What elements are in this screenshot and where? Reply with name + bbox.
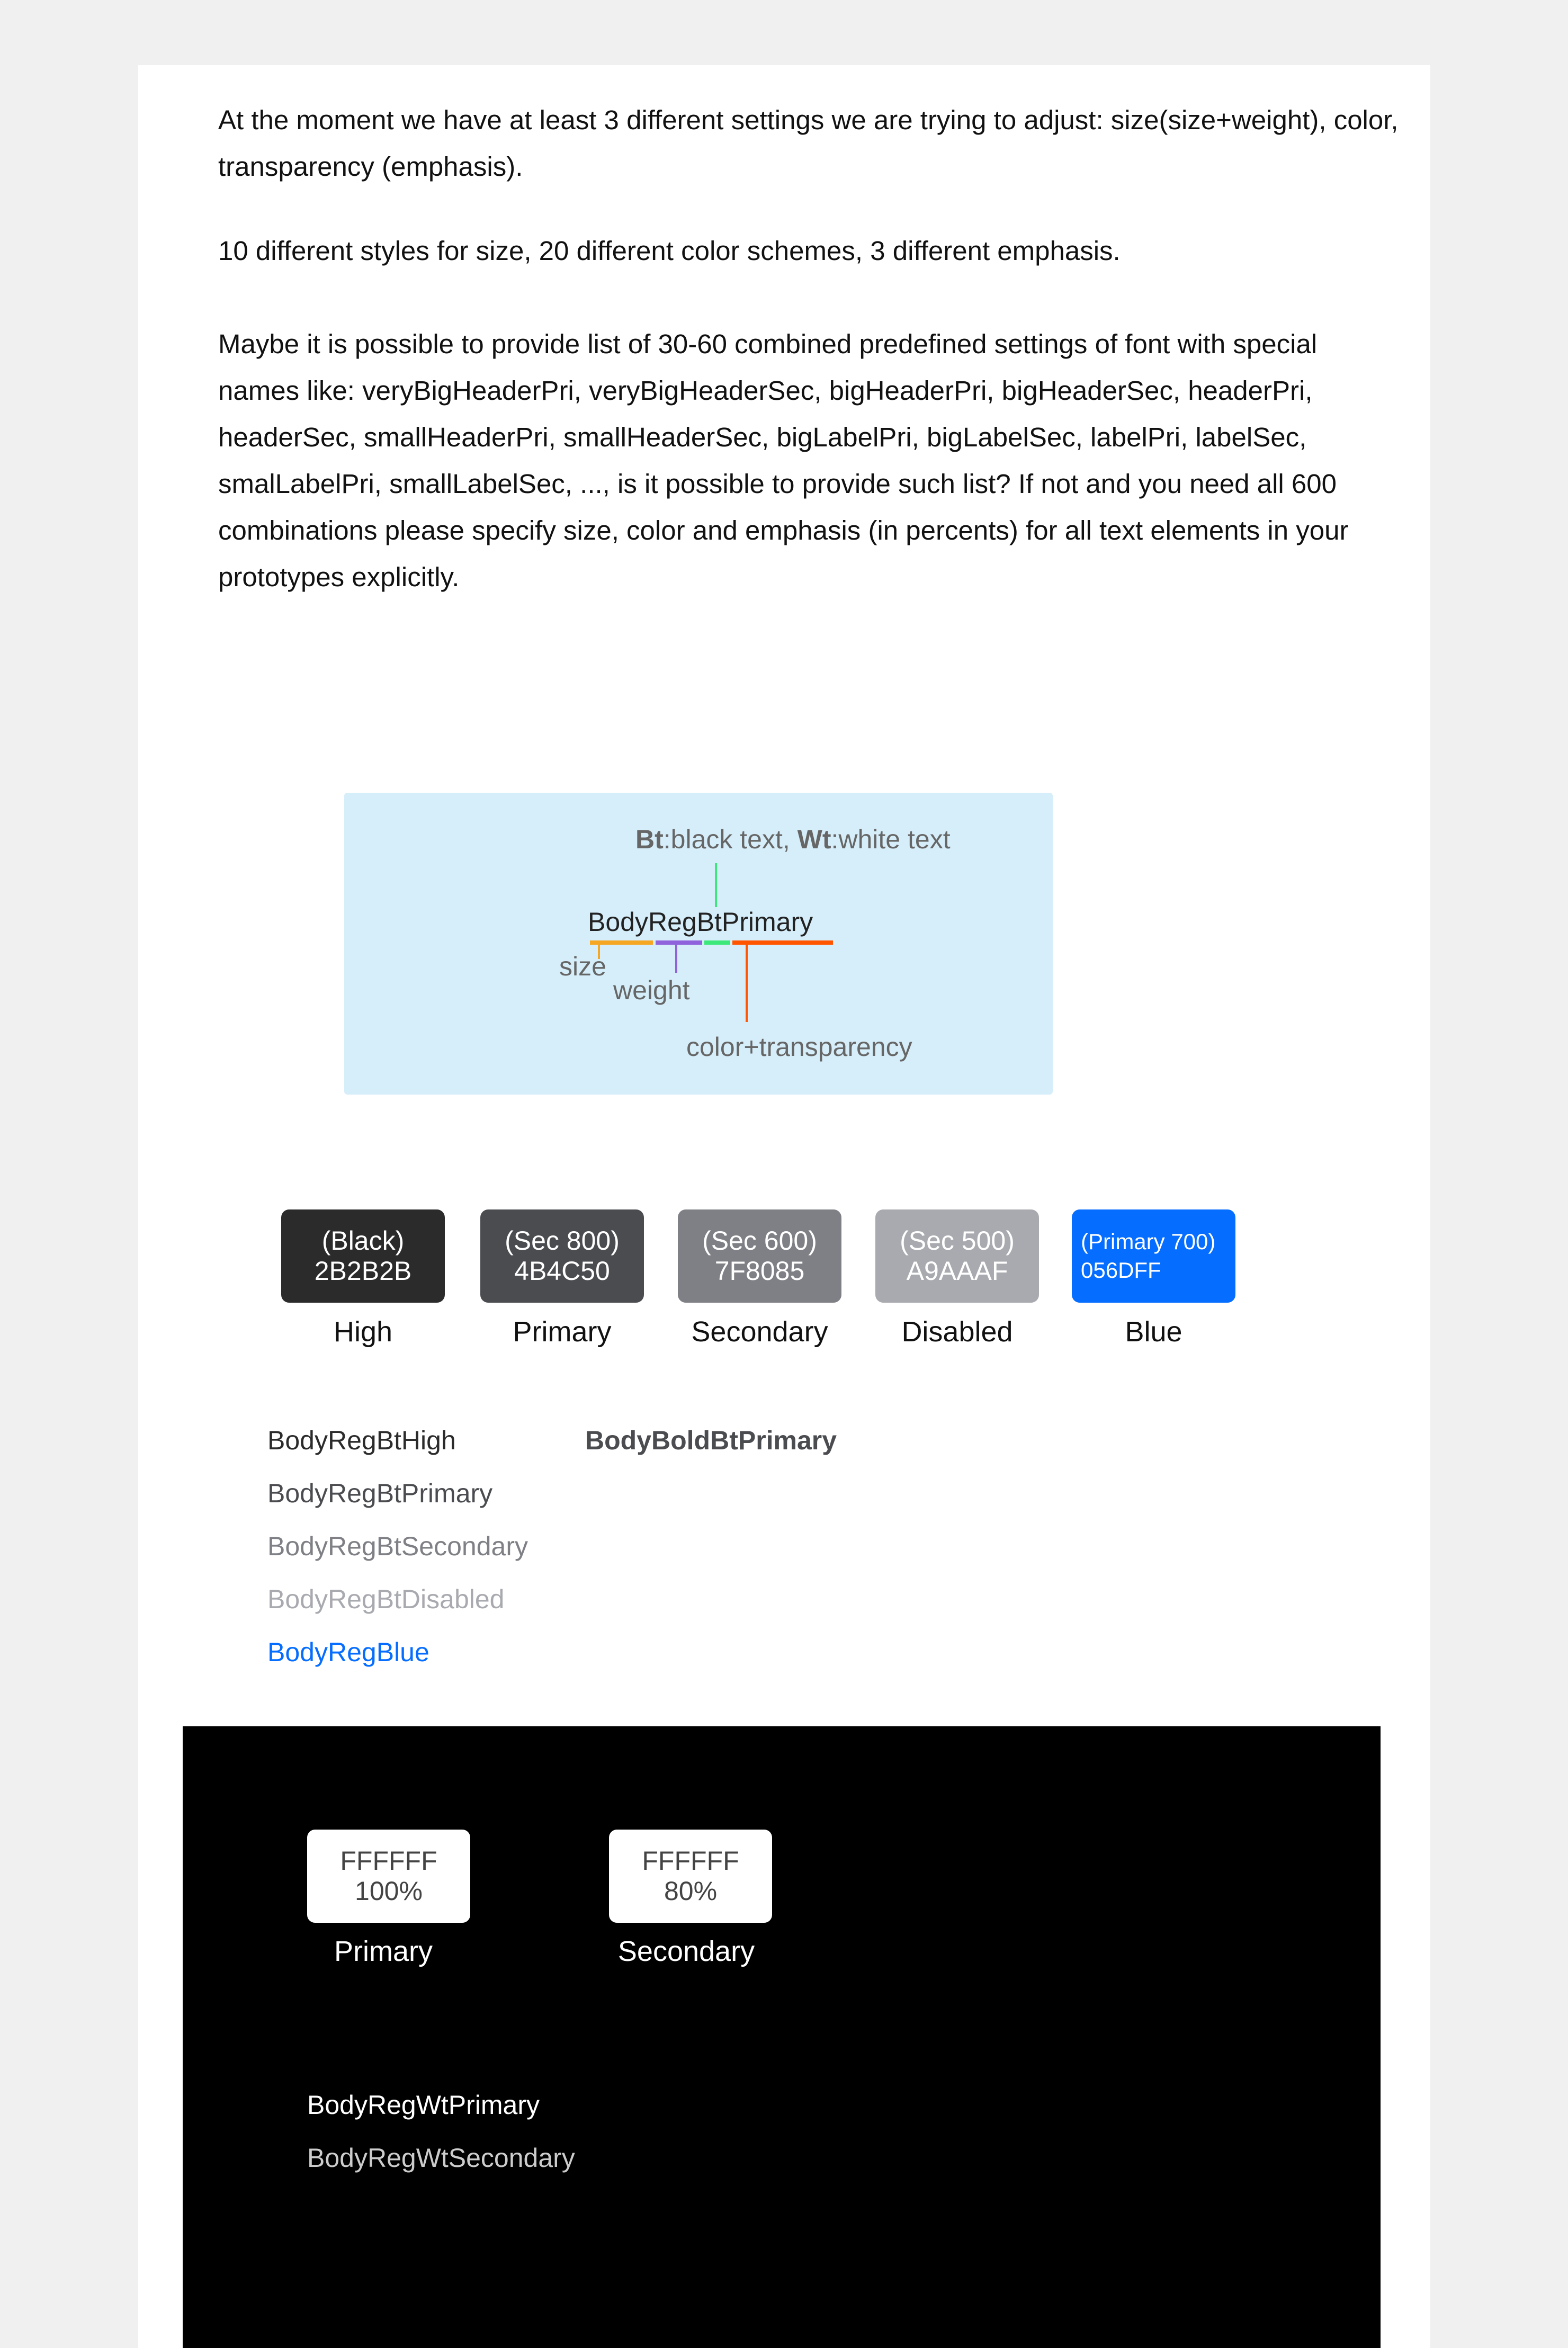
sample-body-bold-bt-primary: BodyBoldBtPrimary [585, 1426, 837, 1455]
diagram-example-name: BodyRegBtPrimary [588, 907, 813, 937]
swatch-white-100: FFFFFF 100% [307, 1830, 470, 1923]
swatch-name: (Sec 600) [702, 1226, 817, 1256]
color-transparency-segment-bar [732, 940, 833, 945]
legend-bt-abbr: Bt [635, 825, 664, 854]
intro-paragraph-1: At the moment we have at least 3 differe… [218, 105, 1399, 182]
sample-body-reg-wt-secondary: BodyRegWtSecondary [307, 2143, 575, 2173]
swatch-hex: 7F8085 [714, 1256, 805, 1286]
swatch-opacity: 80% [664, 1876, 718, 1906]
legend-wt-abbr: Wt [797, 825, 831, 854]
swatch-sec-600: (Sec 600) 7F8085 [678, 1209, 841, 1303]
size-label: size [559, 952, 606, 981]
swatch-name: (Sec 800) [505, 1226, 620, 1256]
swatch-label-blue: Blue [1125, 1316, 1182, 1348]
weight-segment-bar [656, 940, 702, 945]
swatch-label-secondary: Secondary [691, 1316, 828, 1348]
swatch-name: (Primary 700) [1081, 1229, 1216, 1254]
swatch-sec-800: (Sec 800) 4B4C50 [480, 1209, 644, 1303]
sample-body-reg-bt-primary: BodyRegBtPrimary [267, 1478, 493, 1508]
swatch-label-high: High [333, 1316, 393, 1348]
sample-body-reg-blue: BodyRegBlue [267, 1637, 429, 1667]
swatch-black: (Black) 2B2B2B [281, 1209, 445, 1303]
swatch-label-wt-primary: Primary [334, 1935, 433, 1967]
intro-paragraph-3: Maybe it is possible to provide list of … [218, 329, 1349, 592]
swatch-hex: 056DFF [1081, 1258, 1161, 1283]
swatch-name: (Black) [321, 1226, 405, 1256]
sample-body-reg-bt-disabled: BodyRegBtDisabled [267, 1584, 505, 1614]
sample-body-reg-bt-secondary: BodyRegBtSecondary [267, 1531, 528, 1561]
swatch-hex: FFFFFF [642, 1846, 739, 1876]
color-transparency-label: color+transparency [686, 1032, 912, 1062]
swatch-label-primary: Primary [513, 1316, 612, 1348]
swatch-primary-700: (Primary 700) 056DFF [1072, 1209, 1235, 1303]
intro-paragraph-2: 10 different styles for size, 20 differe… [218, 236, 1121, 266]
swatch-hex: FFFFFF [340, 1846, 437, 1876]
swatch-name: (Sec 500) [900, 1226, 1015, 1256]
diagram-legend: Bt:black text, Wt:white text [635, 826, 951, 853]
sample-body-reg-wt-primary: BodyRegWtPrimary [307, 2090, 540, 2120]
swatch-white-80: FFFFFF 80% [609, 1830, 772, 1923]
weight-label: weight [613, 975, 690, 1005]
weight-connector [675, 945, 677, 973]
swatch-opacity: 100% [355, 1876, 423, 1906]
legend-wt-desc: :white text [831, 825, 951, 854]
text-color-connector [715, 863, 717, 907]
text-color-segment-bar [704, 940, 730, 945]
color-transparency-connector [746, 945, 748, 1022]
sample-body-reg-bt-high: BodyRegBtHigh [267, 1426, 456, 1455]
legend-bt-desc: :black text, [663, 825, 798, 854]
swatch-label-disabled: Disabled [901, 1316, 1013, 1348]
swatch-hex: A9AAAF [906, 1256, 1008, 1286]
dark-theme-panel [183, 1726, 1381, 2348]
swatch-label-wt-secondary: Secondary [617, 1935, 755, 1967]
swatch-sec-500: (Sec 500) A9AAAF [875, 1209, 1039, 1303]
swatch-hex: 2B2B2B [314, 1256, 412, 1286]
swatch-hex: 4B4C50 [514, 1256, 610, 1286]
size-segment-bar [590, 940, 653, 945]
